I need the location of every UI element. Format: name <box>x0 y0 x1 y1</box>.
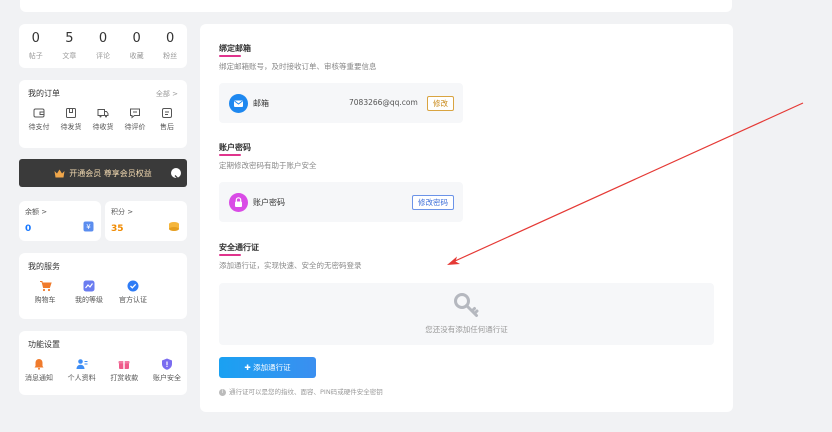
setting-rewards[interactable]: 打赏收款 <box>108 358 140 383</box>
email-value: 7083266@qq.com <box>349 98 418 107</box>
password-label: 账户密码 <box>253 198 285 207</box>
wallet-icon <box>33 108 45 118</box>
stat-favorites[interactable]: 0 收藏 <box>120 24 154 68</box>
setting-notifications[interactable]: 消息通知 <box>23 358 55 383</box>
passkey-tip: i 通行证可以是您的指纹、面容、PIN码或硬件安全密钥 <box>219 386 383 396</box>
stat-posts[interactable]: 0 帖子 <box>19 24 53 68</box>
truck-icon <box>97 109 109 118</box>
points-label: 积分 > <box>111 208 134 216</box>
password-section-desc: 定期修改密码有助于账户安全 <box>219 161 317 170</box>
aftersale-icon <box>162 108 172 118</box>
comment-icon <box>130 108 140 119</box>
box-icon <box>66 108 76 118</box>
order-pending-shipment[interactable]: 待发货 <box>55 107 87 132</box>
stat-comments[interactable]: 0 评论 <box>86 24 120 68</box>
lock-icon <box>229 193 248 212</box>
services-title: 我的服务 <box>28 262 60 271</box>
setting-account-security[interactable]: 账户安全 <box>151 358 183 383</box>
balance-icon: ¥ <box>83 221 94 232</box>
password-row: 账户密码 修改密码 <box>219 182 463 222</box>
order-after-sale[interactable]: 售后 <box>151 107 183 132</box>
order-pending-receipt[interactable]: 待收货 <box>87 107 119 132</box>
points-card[interactable]: 积分 > 35 <box>105 201 187 241</box>
level-icon <box>83 280 95 292</box>
info-icon: i <box>219 388 226 396</box>
stat-articles[interactable]: 5 文章 <box>53 24 87 68</box>
email-icon <box>229 94 248 113</box>
my-services-card: 我的服务 购物车 我的等级 官方认证 <box>19 253 187 319</box>
email-label: 邮箱 <box>253 99 269 108</box>
order-pending-payment[interactable]: 待支付 <box>23 107 55 132</box>
add-passkey-button[interactable]: ✚ 添加通行证 <box>219 357 316 378</box>
svg-text:¥: ¥ <box>86 223 91 231</box>
passkey-section-title: 安全通行证 <box>219 243 259 256</box>
chevron-right-icon <box>171 168 181 181</box>
passkey-empty-text: 您还没有添加任何通行证 <box>425 325 508 334</box>
edit-email-button[interactable]: 修改 <box>427 96 454 111</box>
stat-fans[interactable]: 0 粉丝 <box>153 24 187 68</box>
account-security-panel: 绑定邮箱 绑定邮箱账号，及时接收订单、审核等重要信息 邮箱 7083266@qq… <box>200 24 733 412</box>
service-verification[interactable]: 官方认证 <box>111 280 155 305</box>
key-icon <box>454 293 479 317</box>
balance-label: 余额 > <box>25 208 48 216</box>
my-orders-card: 我的订单 全部 > 待支付 待发货 待收货 待评价 售后 <box>19 80 187 148</box>
bell-icon <box>34 359 44 370</box>
passkey-empty-state: 您还没有添加任何通行证 <box>219 283 714 345</box>
orders-all-link[interactable]: 全部 > <box>156 89 178 99</box>
shield-icon <box>161 358 172 370</box>
user-stats: 0 帖子 5 文章 0 评论 0 收藏 0 粉丝 <box>19 24 187 68</box>
vip-banner[interactable]: 开通会员 尊享会员权益 <box>19 159 187 187</box>
function-settings-card: 功能设置 消息通知 个人资料 打赏收款 账户安全 <box>19 331 187 395</box>
crown-icon <box>54 169 65 177</box>
service-cart[interactable]: 购物车 <box>23 280 67 305</box>
password-section-title: 账户密码 <box>219 143 251 156</box>
setting-profile[interactable]: 个人资料 <box>66 358 98 383</box>
email-section-title: 绑定邮箱 <box>219 44 251 57</box>
balance-card[interactable]: 余额 > 0 ¥ <box>19 201 101 241</box>
gift-icon <box>118 361 130 369</box>
settings-title: 功能设置 <box>28 340 60 349</box>
email-section-desc: 绑定邮箱账号，及时接收订单、审核等重要信息 <box>219 62 377 71</box>
orders-title: 我的订单 <box>28 89 60 98</box>
service-level[interactable]: 我的等级 <box>67 280 111 305</box>
verified-icon <box>127 280 139 292</box>
coins-icon <box>169 222 179 231</box>
vip-label: 开通会员 尊享会员权益 <box>69 168 152 178</box>
top-panel-edge <box>20 0 732 12</box>
cart-icon <box>39 281 52 292</box>
email-row: 邮箱 7083266@qq.com 修改 <box>219 83 463 123</box>
change-password-button[interactable]: 修改密码 <box>412 195 454 210</box>
order-pending-review[interactable]: 待评价 <box>119 107 151 132</box>
passkey-section-desc: 添加通行证，实现快速、安全的无密码登录 <box>219 261 362 270</box>
profile-icon <box>76 359 88 369</box>
plus-icon: ✚ <box>244 363 254 372</box>
